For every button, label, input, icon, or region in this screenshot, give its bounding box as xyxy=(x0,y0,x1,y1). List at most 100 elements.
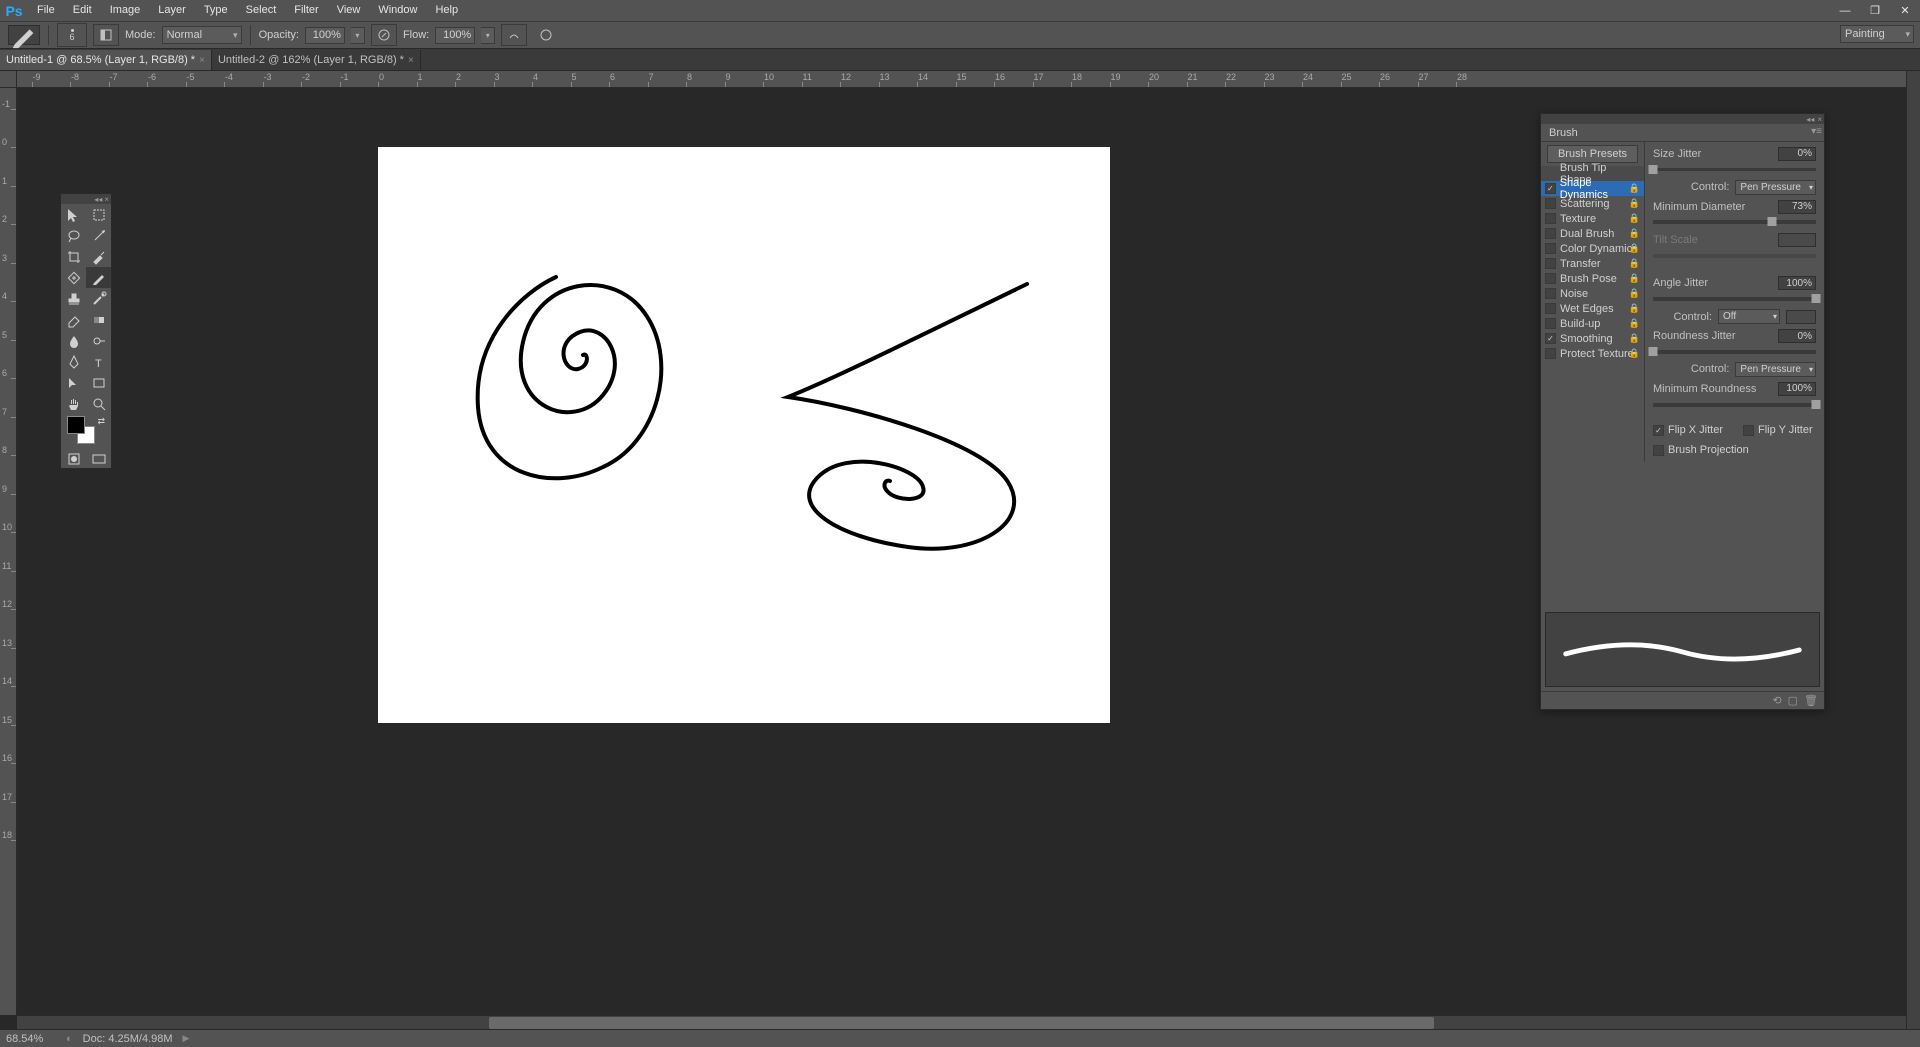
path-select-tool[interactable] xyxy=(61,372,86,393)
opacity-pressure-button[interactable] xyxy=(371,24,397,46)
gradient-tool[interactable] xyxy=(86,309,111,330)
maximize-button[interactable]: ❐ xyxy=(1860,0,1890,21)
shape-tool[interactable] xyxy=(86,372,111,393)
flow-input[interactable]: 100% xyxy=(435,27,475,44)
brush-option-brush-pose[interactable]: Brush Pose🔒 xyxy=(1541,271,1644,286)
foreground-color[interactable] xyxy=(67,416,85,434)
menu-window[interactable]: Window xyxy=(369,0,426,21)
delete-brush-icon[interactable]: 🗑 xyxy=(1804,694,1818,707)
min-roundness-slider[interactable] xyxy=(1653,403,1816,407)
current-tool-icon[interactable] xyxy=(8,25,40,45)
menu-edit[interactable]: Edit xyxy=(64,0,101,21)
menu-filter[interactable]: Filter xyxy=(285,0,327,21)
type-tool[interactable]: T xyxy=(86,351,111,372)
brush-option-noise[interactable]: Noise🔒 xyxy=(1541,286,1644,301)
size-jitter-input[interactable]: 0% xyxy=(1778,147,1816,161)
roundness-jitter-input[interactable]: 0% xyxy=(1778,329,1816,343)
blur-tool[interactable] xyxy=(61,330,86,351)
brush-option-protect-texture[interactable]: Protect Texture🔒 xyxy=(1541,346,1644,361)
history-brush-tool[interactable] xyxy=(86,288,111,309)
eyedropper-tool[interactable] xyxy=(86,246,111,267)
screenmode-button[interactable] xyxy=(86,450,111,468)
brush-tab[interactable]: Brush xyxy=(1541,124,1586,141)
brush-panel-header[interactable]: ◂◂ × xyxy=(1541,114,1824,124)
crop-tool[interactable] xyxy=(61,246,86,267)
scroll-thumb[interactable] xyxy=(489,1017,1434,1029)
menu-select[interactable]: Select xyxy=(237,0,286,21)
collapse-icon[interactable]: ◂◂ xyxy=(1806,115,1814,124)
toggle-brush-panel-button[interactable] xyxy=(93,24,119,46)
panel-menu-icon[interactable]: ▾≡ xyxy=(1811,126,1822,137)
horizontal-scrollbar[interactable] xyxy=(17,1015,1906,1029)
size-jitter-slider[interactable] xyxy=(1653,168,1816,172)
horizontal-ruler[interactable]: -9-8-7-6-5-4-3-2-10123456789101112131415… xyxy=(17,71,1906,88)
opacity-input[interactable]: 100% xyxy=(305,27,345,44)
close-icon[interactable]: × xyxy=(1817,115,1822,124)
minimize-button[interactable]: — xyxy=(1830,0,1860,21)
brush-option-transfer[interactable]: Transfer🔒 xyxy=(1541,256,1644,271)
brush-option-texture[interactable]: Texture🔒 xyxy=(1541,211,1644,226)
brush-presets-button[interactable]: Brush Presets xyxy=(1547,145,1638,163)
quickmask-button[interactable] xyxy=(61,450,86,468)
hand-tool[interactable] xyxy=(61,393,86,414)
angle-jitter-slider[interactable] xyxy=(1653,297,1816,301)
menu-image[interactable]: Image xyxy=(101,0,150,21)
close-tab-icon[interactable]: × xyxy=(408,55,414,66)
brush-projection-checkbox[interactable]: Brush Projection xyxy=(1653,442,1816,458)
document-tab[interactable]: Untitled-1 @ 68.5% (Layer 1, RGB/8) * × xyxy=(0,50,212,70)
menu-type[interactable]: Type xyxy=(195,0,237,21)
wand-tool[interactable] xyxy=(86,225,111,246)
menu-file[interactable]: File xyxy=(28,0,64,21)
marquee-tool[interactable] xyxy=(86,204,111,225)
dodge-tool[interactable] xyxy=(86,330,111,351)
move-tool[interactable] xyxy=(61,204,86,225)
min-diameter-input[interactable]: 73% xyxy=(1778,200,1816,214)
roundness-control-select[interactable]: Pen Pressure xyxy=(1735,362,1816,377)
brush-option-wet-edges[interactable]: Wet Edges🔒 xyxy=(1541,301,1644,316)
collapse-icon[interactable]: ◂◂ xyxy=(94,195,102,204)
document-tab[interactable]: Untitled-2 @ 162% (Layer 1, RGB/8) * × xyxy=(212,50,421,70)
flow-dropdown[interactable]: ▾ xyxy=(481,27,495,44)
brush-option-shape-dynamics[interactable]: ✓Shape Dynamics🔒 xyxy=(1541,181,1644,196)
close-icon[interactable]: × xyxy=(104,195,109,204)
brush-option-color-dynamics[interactable]: Color Dynamics🔒 xyxy=(1541,241,1644,256)
brush-preset-picker[interactable]: 6 xyxy=(57,23,87,47)
brush-option-dual-brush[interactable]: Dual Brush🔒 xyxy=(1541,226,1644,241)
brush-option-scattering[interactable]: Scattering🔒 xyxy=(1541,196,1644,211)
vertical-ruler[interactable]: -10123456789101112131415161718 xyxy=(0,88,17,1015)
flip-y-jitter-checkbox[interactable]: Flip Y Jitter xyxy=(1743,422,1813,438)
canvas[interactable] xyxy=(378,147,1110,723)
roundness-jitter-slider[interactable] xyxy=(1653,350,1816,354)
zoom-level[interactable]: 68.54% xyxy=(6,1033,56,1045)
right-dock-collapsed[interactable] xyxy=(1906,71,1920,1029)
brush-tool[interactable] xyxy=(86,267,111,288)
ruler-origin[interactable] xyxy=(0,71,17,88)
angle-jitter-input[interactable]: 100% xyxy=(1778,276,1816,290)
menu-layer[interactable]: Layer xyxy=(149,0,195,21)
brush-option-smoothing[interactable]: ✓Smoothing🔒 xyxy=(1541,331,1644,346)
menu-view[interactable]: View xyxy=(328,0,370,21)
opacity-dropdown[interactable]: ▾ xyxy=(351,27,365,44)
size-control-select[interactable]: Pen Pressure xyxy=(1735,180,1816,195)
close-tab-icon[interactable]: × xyxy=(199,55,205,66)
tools-panel-header[interactable]: ◂◂ × xyxy=(61,194,111,204)
airbrush-button[interactable] xyxy=(501,24,527,46)
size-pressure-button[interactable] xyxy=(533,24,559,46)
close-button[interactable]: ✕ xyxy=(1890,0,1920,21)
status-icon[interactable]: ◐ xyxy=(66,1033,73,1045)
menu-help[interactable]: Help xyxy=(426,0,467,21)
new-brush-icon[interactable]: ▢ xyxy=(1788,694,1798,707)
min-roundness-input[interactable]: 100% xyxy=(1778,382,1816,396)
healing-tool[interactable] xyxy=(61,267,86,288)
angle-control-select[interactable]: Off xyxy=(1718,309,1780,324)
eraser-tool[interactable] xyxy=(61,309,86,330)
min-diameter-slider[interactable] xyxy=(1653,220,1816,224)
swap-colors-icon[interactable]: ⇄ xyxy=(97,416,105,427)
workspace-select[interactable]: Painting xyxy=(1840,25,1914,43)
brush-option-build-up[interactable]: Build-up🔒 xyxy=(1541,316,1644,331)
zoom-tool[interactable] xyxy=(86,393,111,414)
lasso-tool[interactable] xyxy=(61,225,86,246)
stamp-tool[interactable] xyxy=(61,288,86,309)
toggle-preview-icon[interactable]: ⟲ xyxy=(1772,694,1781,707)
status-menu-icon[interactable]: ▶ xyxy=(183,1033,190,1044)
